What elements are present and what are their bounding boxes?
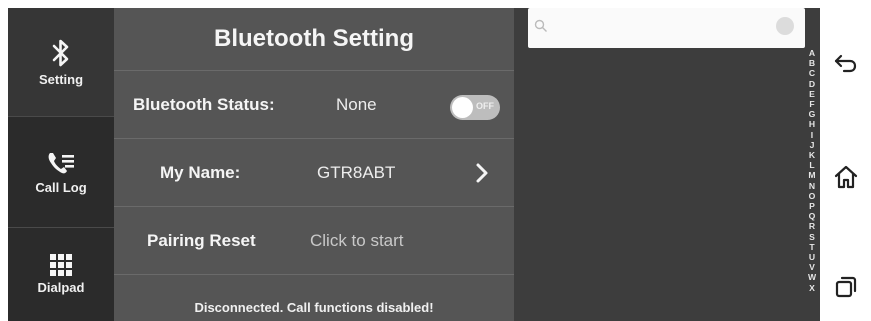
alphabet-letter[interactable]: Q xyxy=(809,211,816,221)
nav-item-dialpad[interactable]: Dialpad xyxy=(8,228,114,321)
clear-search-button[interactable] xyxy=(776,17,794,35)
alphabet-letter[interactable]: N xyxy=(809,181,815,191)
alphabet-letter[interactable]: G xyxy=(809,109,816,119)
left-nav: Setting Call Log Dialpad xyxy=(8,8,114,321)
alphabet-letter[interactable]: U xyxy=(809,252,815,262)
bluetooth-toggle[interactable]: OFF xyxy=(450,95,500,120)
search-input[interactable] xyxy=(552,16,772,40)
alphabet-letter[interactable]: O xyxy=(809,191,816,201)
alphabet-letter[interactable]: M xyxy=(808,170,815,180)
chevron-right-icon[interactable] xyxy=(470,161,494,185)
bluetooth-status-label: Bluetooth Status: xyxy=(133,95,275,114)
alphabet-letter[interactable]: J xyxy=(810,140,815,150)
bluetooth-status-row: Bluetooth Status: None OFF xyxy=(114,70,514,138)
my-name-value: GTR8ABT xyxy=(317,163,396,182)
nav-label-call-log: Call Log xyxy=(35,179,87,195)
alphabet-letter[interactable]: T xyxy=(809,242,814,252)
alphabet-letter[interactable]: L xyxy=(809,160,814,170)
alphabet-letter[interactable]: D xyxy=(809,79,815,89)
alphabet-letter[interactable]: B xyxy=(809,58,815,68)
nav-item-setting[interactable]: Setting xyxy=(8,8,114,116)
alphabet-letter[interactable]: R xyxy=(809,221,815,231)
alphabet-letter[interactable]: V xyxy=(809,262,815,272)
dialpad-icon xyxy=(50,254,72,276)
alphabet-letter[interactable]: I xyxy=(811,130,813,140)
pairing-reset-action[interactable]: Click to start xyxy=(310,207,404,275)
toggle-knob xyxy=(452,97,473,118)
alphabet-letter[interactable]: S xyxy=(809,232,815,242)
pairing-reset-label: Pairing Reset xyxy=(147,231,256,250)
alphabet-letter[interactable]: W xyxy=(808,272,816,282)
contacts-area: ABCDEFGHIJKLMNOPQRSTUVWX xyxy=(514,8,820,321)
alphabet-letter[interactable]: A xyxy=(809,48,815,58)
alphabet-letter[interactable]: E xyxy=(809,89,815,99)
back-icon[interactable] xyxy=(832,48,860,76)
connection-status-message: Disconnected. Call functions disabled! xyxy=(114,274,514,321)
my-name-row[interactable]: My Name: GTR8ABT xyxy=(114,138,514,206)
alphabet-letter[interactable]: H xyxy=(809,119,815,129)
alphabet-letter[interactable]: X xyxy=(809,283,815,293)
bluetooth-phone-screen: Setting Call Log Dialpad Bluetooth Setti… xyxy=(8,8,820,321)
bluetooth-settings-panel: Bluetooth Setting Bluetooth Status: None… xyxy=(114,8,514,321)
search-bar[interactable] xyxy=(528,8,805,48)
bluetooth-status-value: None xyxy=(336,95,377,114)
alphabet-index[interactable]: ABCDEFGHIJKLMNOPQRSTUVWX xyxy=(804,48,820,321)
search-icon xyxy=(534,19,547,32)
nav-label-setting: Setting xyxy=(38,71,84,87)
my-name-label: My Name: xyxy=(160,163,241,182)
alphabet-letter[interactable]: C xyxy=(809,68,815,78)
panel-title: Bluetooth Setting xyxy=(214,25,414,52)
bluetooth-icon xyxy=(52,39,69,66)
system-nav-bar xyxy=(820,0,871,321)
alphabet-letter[interactable]: K xyxy=(809,150,815,160)
alphabet-letter[interactable]: P xyxy=(809,201,815,211)
alphabet-letter[interactable]: F xyxy=(809,99,814,109)
toggle-state-text: OFF xyxy=(476,101,494,111)
nav-item-call-log[interactable]: Call Log xyxy=(8,117,114,227)
home-icon[interactable] xyxy=(832,163,860,191)
nav-label-dialpad: Dialpad xyxy=(37,280,85,295)
pairing-reset-row[interactable]: Pairing Reset Click to start xyxy=(114,206,514,274)
recents-icon[interactable] xyxy=(832,273,860,301)
call-log-icon xyxy=(48,152,74,173)
